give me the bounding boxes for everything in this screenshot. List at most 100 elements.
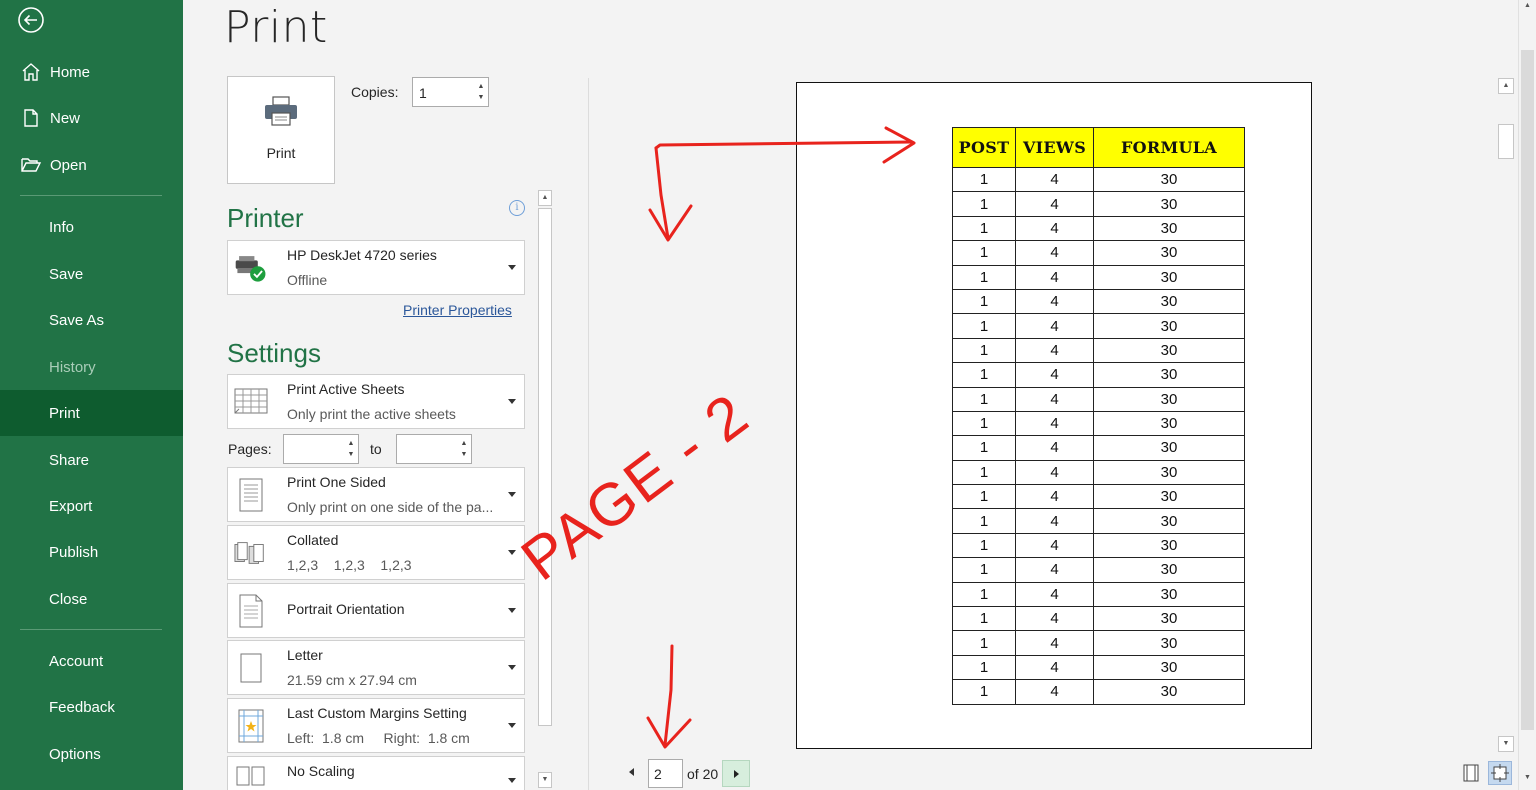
cell-formula: 30 <box>1093 679 1245 705</box>
nav-save[interactable]: Save <box>0 251 183 297</box>
nav-print-label: Print <box>49 404 80 422</box>
copies-input[interactable]: 1 ▲ ▼ <box>412 77 489 107</box>
cell-views: 4 <box>1015 484 1094 510</box>
preview-scrollbar[interactable]: ▲ ▼ <box>1498 78 1515 752</box>
home-icon <box>20 61 42 83</box>
cell-post: 1 <box>952 654 1016 681</box>
nav-export[interactable]: Export <box>0 483 183 529</box>
cell-formula: 30 <box>1093 484 1245 510</box>
paper-size-select[interactable]: Letter 21.59 cm x 27.94 cm <box>227 640 525 695</box>
settings-scrollbar[interactable]: ▲ ▼ <box>537 190 553 788</box>
nav-history[interactable]: History <box>0 344 183 390</box>
sides-select[interactable]: Print One Sided Only print on one side o… <box>227 467 525 522</box>
window-scrollbar[interactable]: ▲ ▼ <box>1518 0 1536 790</box>
cell-views: 4 <box>1015 166 1094 193</box>
cell-formula: 30 <box>1093 581 1245 608</box>
nav-share[interactable]: Share <box>0 437 183 483</box>
cell-views: 4 <box>1015 679 1094 705</box>
page-title: Print <box>224 2 328 53</box>
nav-new[interactable]: New <box>0 95 183 141</box>
nav-options[interactable]: Options <box>0 731 183 777</box>
cell-formula: 30 <box>1093 313 1245 339</box>
cell-post: 1 <box>952 240 1016 266</box>
arrow-head-down-bottom <box>646 716 692 749</box>
cell-views: 4 <box>1015 386 1094 412</box>
scroll-up-arrow-icon[interactable]: ▲ <box>1498 78 1514 94</box>
printer-properties-link[interactable]: Printer Properties <box>403 302 512 318</box>
orientation-select[interactable]: Portrait Orientation <box>227 583 525 638</box>
scroll-down-arrow-icon[interactable]: ▼ <box>538 772 552 788</box>
nav-feedback[interactable]: Feedback <box>0 684 183 730</box>
pages-to-spinner[interactable]: ▲ ▼ <box>460 438 468 460</box>
nav-home[interactable]: Home <box>0 49 183 95</box>
no-scaling-icon <box>234 760 268 790</box>
cell-views: 4 <box>1015 337 1094 364</box>
chevron-down-icon <box>508 778 516 783</box>
nav-account[interactable]: Account <box>0 638 183 684</box>
cell-post: 1 <box>952 532 1016 559</box>
scrollbar-thumb[interactable] <box>1498 124 1514 159</box>
cell-views: 4 <box>1015 288 1094 315</box>
scrollbar-thumb[interactable] <box>1521 50 1534 730</box>
arrow-line-down-bottom <box>663 644 674 747</box>
scrollbar-thumb[interactable] <box>538 208 552 726</box>
previous-page-icon[interactable] <box>629 768 634 776</box>
pages-to-input[interactable]: ▲ ▼ <box>396 434 472 464</box>
collation-subtitle: 1,2,3 1,2,3 1,2,3 <box>287 557 412 573</box>
table-row: 1 4 30 <box>952 313 1245 339</box>
print-button-label: Print <box>266 145 296 161</box>
nav-open[interactable]: Open <box>0 142 183 188</box>
scroll-down-arrow-icon[interactable]: ▼ <box>1498 736 1514 752</box>
nav-print[interactable]: Print <box>0 390 183 436</box>
nav-publish[interactable]: Publish <box>0 529 183 575</box>
print-what-subtitle: Only print the active sheets <box>287 406 456 422</box>
page-number-input[interactable]: 2 <box>648 759 683 788</box>
nav-save-as[interactable]: Save As <box>0 297 183 343</box>
nav-history-label: History <box>49 358 96 376</box>
margins-select[interactable]: Last Custom Margins Setting Left: 1.8 cm… <box>227 698 525 753</box>
cell-views: 4 <box>1015 581 1094 608</box>
nav-close-label: Close <box>49 590 88 608</box>
nav-info[interactable]: Info <box>0 204 183 250</box>
print-button[interactable]: Print <box>227 76 335 184</box>
table-row: 1 4 30 <box>952 264 1245 290</box>
table-row: 1 4 30 <box>952 240 1245 266</box>
table-row: 1 4 30 <box>952 337 1245 364</box>
copies-value: 1 <box>419 85 427 101</box>
back-button[interactable] <box>16 5 46 35</box>
preview-table: POST VIEWS FORMULA 1 4 30 1 4 30 1 4 30 1 4 30 1 4 30 1… <box>952 127 1245 705</box>
zoom-to-page-button[interactable] <box>1488 761 1512 785</box>
nav-share-label: Share <box>49 451 90 469</box>
table-header-formula: FORMULA <box>1093 127 1245 168</box>
cell-post: 1 <box>952 435 1016 461</box>
nav-separator <box>20 629 162 630</box>
margins-title: Last Custom Margins Setting <box>287 705 467 721</box>
panel-divider <box>588 78 589 790</box>
cell-post: 1 <box>952 191 1016 217</box>
info-icon[interactable]: i <box>509 200 525 216</box>
print-what-select[interactable]: Print Active Sheets Only print the activ… <box>227 374 525 429</box>
scaling-select[interactable]: No Scaling <box>227 756 525 790</box>
collation-select[interactable]: Collated 1,2,3 1,2,3 1,2,3 <box>227 525 525 580</box>
scroll-up-arrow-icon[interactable]: ▲ <box>1521 2 1534 16</box>
cell-formula: 30 <box>1093 166 1245 193</box>
show-margins-button[interactable] <box>1459 761 1483 785</box>
printer-select[interactable]: HP DeskJet 4720 series Offline <box>227 240 525 295</box>
copies-spinner[interactable]: ▲ ▼ <box>477 81 485 103</box>
pages-from-spinner[interactable]: ▲ ▼ <box>347 438 355 460</box>
sides-subtitle: Only print on one side of the pa... <box>287 499 494 515</box>
cell-views: 4 <box>1015 630 1094 656</box>
cell-views: 4 <box>1015 240 1094 266</box>
cell-formula: 30 <box>1093 362 1245 388</box>
backstage-sidebar: Home New Open Info Save Save As History … <box>0 0 183 790</box>
next-page-button[interactable] <box>722 760 750 787</box>
pages-from-input[interactable]: ▲ ▼ <box>283 434 359 464</box>
cell-formula: 30 <box>1093 459 1245 486</box>
nav-close[interactable]: Close <box>0 576 183 622</box>
cell-formula: 30 <box>1093 654 1245 681</box>
scroll-up-arrow-icon[interactable]: ▲ <box>538 190 552 206</box>
collated-pages-icon <box>234 536 268 570</box>
print-what-title: Print Active Sheets <box>287 381 405 397</box>
scroll-down-arrow-icon[interactable]: ▼ <box>1521 774 1534 788</box>
cell-views: 4 <box>1015 606 1094 632</box>
